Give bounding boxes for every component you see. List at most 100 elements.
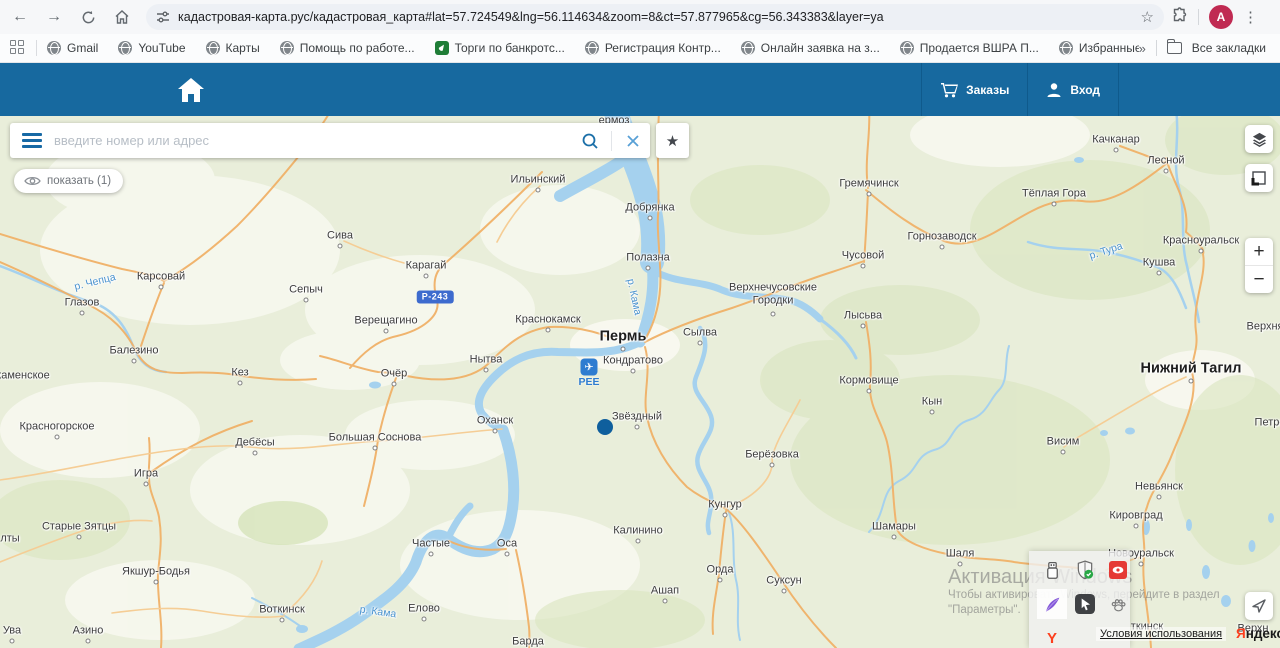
globe-favicon (900, 41, 914, 55)
select-area-button[interactable] (1245, 164, 1273, 192)
bookmark-item[interactable]: YouTube (118, 41, 185, 55)
dark-cursor-icon[interactable] (1070, 589, 1100, 619)
address-bar[interactable]: кадастровая-карта.рус/кадастровая_карта#… (146, 4, 1164, 30)
map-search-bar (10, 123, 650, 158)
divider (611, 131, 612, 151)
map-label: лты (0, 533, 19, 546)
home-button[interactable] (176, 76, 206, 104)
site-settings-icon[interactable] (156, 10, 170, 24)
map-label-dot (646, 266, 651, 271)
bookmark-item[interactable]: Избранные торги... (1059, 41, 1139, 55)
map-label-dot (648, 216, 653, 221)
bookmark-star-icon[interactable]: ☆ (1141, 8, 1154, 26)
apps-grid-icon[interactable] (10, 40, 26, 56)
profile-avatar[interactable]: A (1209, 5, 1233, 29)
bookmark-item[interactable]: Помощь по работе... (280, 41, 415, 55)
locate-me-button[interactable] (1245, 592, 1273, 620)
browser-home-button[interactable] (108, 3, 136, 31)
bookmark-item[interactable]: Карты (206, 41, 260, 55)
zoom-out-button[interactable]: − (1245, 266, 1273, 293)
map-label-dot (1134, 524, 1139, 529)
paw-icon[interactable] (1103, 589, 1133, 619)
menu-button[interactable] (10, 133, 54, 148)
yandex-logo[interactable]: Яндекс (1236, 626, 1280, 641)
map-label: Барда (512, 636, 544, 648)
back-button[interactable]: ← (6, 3, 34, 31)
bookmark-item[interactable]: Gmail (47, 41, 98, 55)
extensions-button[interactable] (1172, 7, 1188, 28)
all-bookmarks-button[interactable]: Все закладки (1192, 41, 1266, 55)
search-input[interactable] (54, 133, 573, 148)
map-label-dot (782, 589, 787, 594)
map-label: Воткинск (259, 604, 305, 617)
show-objects-label: показать (1) (47, 175, 111, 187)
map-label: Полазна (626, 252, 669, 265)
map-label: Лесной (1147, 155, 1184, 168)
url-text[interactable]: кадастровая-карта.рус/кадастровая_карта#… (178, 10, 1133, 24)
map-label: Чусовой (842, 250, 884, 263)
forward-button[interactable]: → (40, 3, 68, 31)
map-label-dot (1189, 379, 1194, 384)
map-label-dot (1199, 249, 1204, 254)
shield-check-icon[interactable] (1070, 555, 1100, 585)
browser-menu-button[interactable]: ⋮ (1243, 8, 1258, 26)
map-label: Карагай (406, 260, 447, 273)
bookmark-item[interactable]: Продается ВШРА П... (900, 41, 1039, 55)
map-label-dot (867, 389, 872, 394)
map-label-dot (484, 368, 489, 373)
feather-icon[interactable] (1037, 589, 1067, 619)
map-label-dot (663, 599, 668, 604)
map-label-dot (132, 359, 137, 364)
cart-icon (940, 82, 958, 98)
map-label: Очёр (381, 368, 408, 381)
site-header: Заказы Вход (0, 63, 1280, 116)
bookmark-label: Онлайн заявка на з... (761, 41, 880, 55)
map-label: Верещагино (354, 315, 417, 328)
close-icon (626, 134, 640, 148)
extensions-puzzle-icon (1172, 7, 1188, 23)
terms-of-use-link[interactable]: Условия использования (1096, 627, 1226, 641)
yandex-y-icon[interactable]: Y (1037, 623, 1067, 648)
map-label: Невьянск (1135, 481, 1183, 494)
layers-button[interactable] (1245, 125, 1273, 153)
map-label-dot (159, 285, 164, 290)
bookmark-label: Помощь по работе... (300, 41, 415, 55)
map-label: Дебёсы (235, 437, 274, 450)
map-label: Кунгур (708, 499, 742, 512)
bookmarks-overflow-button[interactable]: » (1139, 41, 1146, 56)
login-button[interactable]: Вход (1027, 63, 1118, 116)
map-label: Красноуральск (1163, 235, 1239, 248)
zoom-in-button[interactable]: + (1245, 238, 1273, 265)
folder-icon (1167, 42, 1182, 54)
map-label-dot (253, 451, 258, 456)
map-label-dot (154, 580, 159, 585)
map-label-dot (861, 264, 866, 269)
reload-button[interactable] (74, 3, 102, 31)
map-label: Орда (707, 564, 734, 577)
flash-drive-icon[interactable] (1037, 555, 1067, 585)
favorites-button[interactable]: ★ (656, 123, 689, 158)
browser-toolbar: ← → кадастровая-карта.рус/кадастровая_ка… (0, 0, 1280, 34)
bookmark-item[interactable]: Онлайн заявка на з... (741, 41, 880, 55)
map-label: Добрянка (625, 202, 674, 215)
red-eye-icon[interactable] (1103, 555, 1133, 585)
bookmark-label: Избранные торги... (1079, 41, 1139, 55)
map-label: Шамары (872, 521, 916, 534)
select-area-icon (1251, 170, 1267, 186)
map-label-dot (1157, 495, 1162, 500)
airport-code-label: PEE (578, 376, 599, 388)
map-label: Кондратово (603, 355, 663, 368)
search-button[interactable] (573, 132, 607, 150)
orders-button[interactable]: Заказы (921, 63, 1027, 116)
bookmark-item[interactable]: Торги по банкротс... (435, 41, 565, 55)
cadastral-object-marker[interactable] (597, 419, 613, 435)
globe-favicon (47, 41, 61, 55)
map-label: Лысьва (844, 310, 882, 323)
map-label: Кез (231, 367, 248, 380)
show-objects-button[interactable]: показать (1) (14, 169, 123, 193)
bookmark-item[interactable]: Регистрация Контр... (585, 41, 721, 55)
globe-favicon (741, 41, 755, 55)
clear-search-button[interactable] (616, 134, 650, 148)
map-label-dot (304, 298, 309, 303)
map-label: Карсовай (137, 271, 185, 284)
